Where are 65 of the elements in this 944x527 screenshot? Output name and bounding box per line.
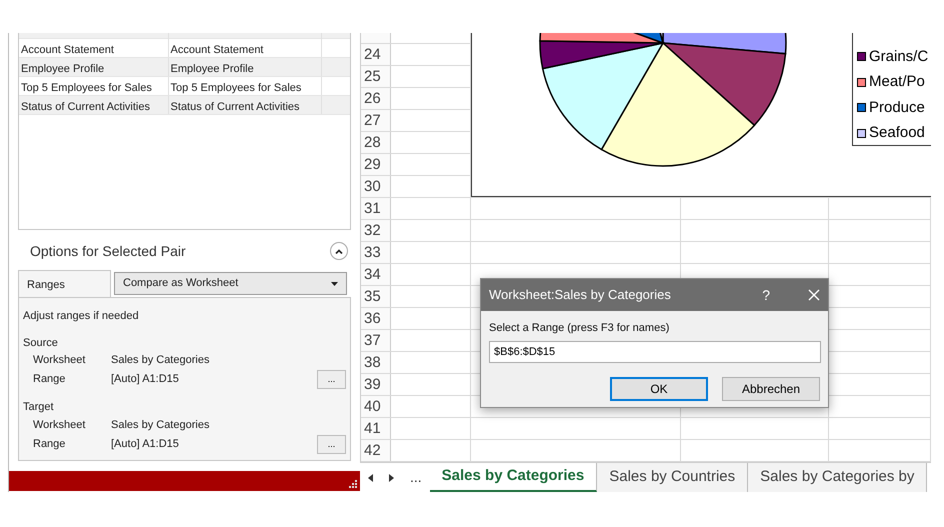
hint-text: Adjust ranges if needed bbox=[23, 309, 139, 324]
triangle-right-icon bbox=[389, 474, 394, 482]
field-label: Select a Range (press F3 for names) bbox=[489, 321, 670, 336]
row-number: 26 bbox=[361, 88, 391, 109]
field-label: Worksheet bbox=[33, 418, 86, 433]
compare-mode-value: Compare as Worksheet bbox=[123, 276, 238, 292]
dialog-button[interactable]: OK bbox=[610, 376, 708, 400]
table-cell: Employee Profile bbox=[168, 58, 322, 76]
browse-button[interactable]: ... bbox=[317, 370, 346, 389]
close-icon[interactable] bbox=[808, 289, 820, 301]
row-number: 25 bbox=[361, 66, 391, 87]
range-input[interactable]: $B$6:$D$15 bbox=[489, 340, 821, 362]
row-number: 34 bbox=[361, 264, 391, 285]
triangle-left-icon bbox=[368, 474, 373, 482]
compare-mode-dropdown[interactable]: Compare as Worksheet bbox=[114, 272, 347, 295]
sheet-tab[interactable]: Sales by Categories by bbox=[748, 463, 928, 492]
group-label: Target bbox=[23, 401, 54, 413]
dialog-title: Worksheet:Sales by Categories bbox=[489, 286, 671, 304]
chevron-up-icon bbox=[335, 248, 343, 254]
group-label: Source bbox=[23, 336, 58, 348]
help-button[interactable]: ? bbox=[762, 284, 770, 306]
collapse-button[interactable] bbox=[330, 242, 348, 260]
table-cell: Top 5 Employees for Sales bbox=[19, 77, 169, 95]
row-number: 24 bbox=[361, 44, 391, 65]
row-number: 41 bbox=[361, 418, 391, 439]
dialog-button[interactable]: Abbrechen bbox=[722, 376, 820, 400]
row-number: 30 bbox=[361, 176, 391, 197]
field-label: Range bbox=[33, 372, 66, 388]
legend-label: Produce bbox=[869, 98, 925, 118]
sheet-tab[interactable]: Sales by Categories bbox=[430, 463, 598, 492]
row-number: 29 bbox=[361, 154, 391, 175]
options-title: Options for Selected Pair bbox=[30, 242, 186, 261]
row-number: 35 bbox=[361, 286, 391, 307]
row-number: 40 bbox=[361, 396, 391, 417]
field-value: [Auto] A1:D15 bbox=[111, 372, 180, 388]
resize-grip-icon bbox=[349, 480, 357, 488]
field-value: Sales by Categories bbox=[111, 418, 210, 433]
dropdown-arrow-icon bbox=[331, 282, 338, 286]
legend-label: Meat/Po bbox=[869, 72, 925, 92]
field-label: Worksheet bbox=[33, 353, 86, 368]
row-number: 38 bbox=[361, 352, 391, 373]
row-number: 31 bbox=[361, 198, 391, 219]
row-number: 32 bbox=[361, 220, 391, 241]
table-cell: Employee Profile bbox=[19, 58, 169, 76]
sheet-tab[interactable]: Sales by Countries bbox=[597, 463, 748, 492]
row-number: 42 bbox=[361, 440, 391, 461]
field-label: Range bbox=[33, 436, 66, 452]
field-value: [Auto] A1:D15 bbox=[111, 436, 180, 452]
table-cell: Account Statement bbox=[19, 39, 169, 57]
browse-button[interactable]: ... bbox=[317, 434, 346, 454]
row-number: 36 bbox=[361, 308, 391, 329]
legend-label: Seafood bbox=[869, 123, 925, 143]
table-cell: Status of Current Activities bbox=[168, 96, 322, 114]
table-cell: Account Statement bbox=[168, 39, 322, 57]
legend-label: Grains/C bbox=[869, 46, 928, 66]
more-sheets-button[interactable]: ... bbox=[402, 463, 430, 492]
row-number: 28 bbox=[361, 132, 391, 153]
ranges-tab[interactable]: Ranges bbox=[18, 270, 111, 297]
table-cell: Top 5 Employees for Sales bbox=[168, 77, 322, 95]
row-number: 33 bbox=[361, 242, 391, 263]
row-number: 37 bbox=[361, 330, 391, 351]
table-cell: Status of Current Activities bbox=[19, 96, 169, 114]
field-value: Sales by Categories bbox=[111, 353, 210, 368]
row-number: 27 bbox=[361, 110, 391, 131]
row-number: 39 bbox=[361, 374, 391, 395]
